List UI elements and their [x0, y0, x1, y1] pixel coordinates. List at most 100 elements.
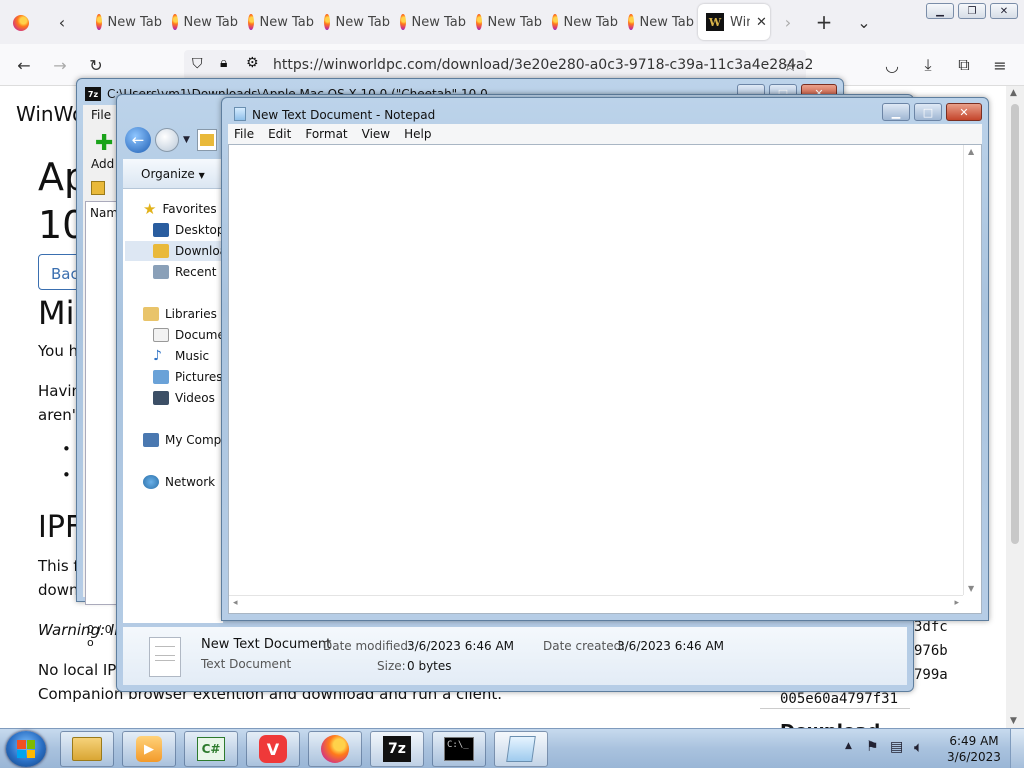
browser-tab[interactable]: New Tab: [240, 4, 314, 40]
text-document-icon: [149, 637, 181, 677]
page-text: You h: [38, 342, 79, 360]
permissions-icon[interactable]: ⚙︎: [246, 55, 259, 71]
clock-date: 3/6/2023: [947, 750, 1001, 764]
scroll-left-icon[interactable]: ◂: [233, 598, 238, 608]
scroll-right-icon[interactable]: ▸: [954, 598, 959, 608]
url-bar[interactable]: ⛉ 🔒︎ ⚙︎ https://winworldpc.com/download/…: [184, 50, 813, 80]
media-player-icon: ▶: [136, 736, 162, 762]
notepad-text-area[interactable]: ▲ ▼ ◂ ▸: [228, 144, 982, 614]
browser-tab[interactable]: New Tab: [316, 4, 390, 40]
browser-tab[interactable]: New Tab: [88, 4, 162, 40]
arrow-right-icon: →: [53, 55, 67, 75]
chevron-right-icon: ›: [784, 12, 792, 32]
chevron-down-icon: ⌄: [857, 12, 871, 32]
tab-title: New Tab: [411, 14, 467, 30]
folder-up-icon[interactable]: [91, 181, 105, 195]
extensions-button[interactable]: ⧉: [952, 53, 976, 77]
menu-help[interactable]: Help: [404, 127, 431, 141]
taskbar-7zip-button[interactable]: 7z: [370, 731, 424, 767]
notepad-icon: [234, 107, 246, 121]
menu-format[interactable]: Format: [305, 127, 347, 141]
browser-tab[interactable]: New Tab: [620, 4, 694, 40]
taskbar-explorer-button[interactable]: [60, 731, 114, 767]
scroll-down-icon[interactable]: ▼: [1010, 716, 1017, 726]
system-clock[interactable]: 6:49 AM 3/6/2023: [944, 733, 1004, 765]
volume-icon[interactable]: 🔈︎: [914, 738, 923, 756]
show-hidden-icons-button[interactable]: ▲: [845, 741, 852, 751]
browser-tab[interactable]: New Tab: [164, 4, 238, 40]
page-scrollbar[interactable]: ▲ ▼: [1006, 86, 1024, 728]
taskbar-vivaldi-button[interactable]: V: [246, 731, 300, 767]
new-tab-button[interactable]: +: [812, 10, 836, 34]
navigation-pane: ★ Favorites Desktop Downloa Recent P Libr…: [123, 189, 230, 623]
notepad-maximize-button[interactable]: □: [914, 103, 942, 121]
site-name[interactable]: WinWo: [16, 102, 84, 126]
list-all-tabs-button[interactable]: ⌄: [852, 10, 876, 34]
sevenzip-file-list[interactable]: Nam: [85, 201, 119, 605]
back-button[interactable]: ←: [12, 53, 36, 77]
scroll-up-icon[interactable]: ▲: [968, 147, 974, 156]
menu-button[interactable]: ≡: [988, 53, 1012, 77]
notepad-window[interactable]: New Text Document - Notepad ▁ □ ✕ File E…: [221, 97, 989, 621]
start-button[interactable]: [6, 731, 46, 767]
details-created-label: Date created:: [543, 639, 626, 653]
tab-scroll-right-button[interactable]: ›: [776, 10, 800, 34]
network-tray-icon[interactable]: ▤: [890, 739, 903, 755]
taskbar-media-player-button[interactable]: ▶: [122, 731, 176, 767]
explorer-back-button[interactable]: ←: [125, 127, 151, 153]
hash-text: 3dfc: [914, 619, 948, 635]
page-scrollbar-thumb[interactable]: [1011, 104, 1019, 544]
recent-pages-chevron-icon[interactable]: ▼: [183, 135, 190, 145]
notepad-content[interactable]: [229, 145, 963, 595]
browser-tab[interactable]: New Tab: [392, 4, 466, 40]
notepad-vertical-scrollbar[interactable]: ▲ ▼: [963, 145, 981, 595]
browser-tab-active[interactable]: W WinWorld ✕: [698, 4, 770, 40]
sevenzip-menu-file[interactable]: File: [83, 105, 117, 125]
explorer-forward-button[interactable]: [155, 128, 179, 152]
show-desktop-button[interactable]: [1010, 729, 1024, 768]
bullet-dot: •: [62, 466, 71, 484]
taskbar-firefox-button[interactable]: [308, 731, 362, 767]
taskbar-cmd-button[interactable]: C:\_: [432, 731, 486, 767]
menu-view[interactable]: View: [362, 127, 390, 141]
firefox-view-button[interactable]: [6, 8, 36, 38]
url-text[interactable]: https://winworldpc.com/download/3e20e280…: [273, 57, 813, 73]
notepad-horizontal-scrollbar[interactable]: ◂ ▸: [229, 595, 963, 613]
browser-close-button[interactable]: ✕: [990, 3, 1018, 19]
taskbar-notepad-button[interactable]: [494, 731, 548, 767]
browser-tab[interactable]: New Tab: [544, 4, 618, 40]
notepad-minimize-button[interactable]: ▁: [882, 103, 910, 121]
scroll-down-icon[interactable]: ▼: [968, 584, 974, 593]
bullet-dot: •: [62, 440, 71, 458]
add-plus-icon[interactable]: ✚: [95, 131, 113, 156]
reload-button[interactable]: ↻: [84, 53, 108, 77]
close-tab-icon[interactable]: ✕: [756, 15, 767, 30]
pocket-button[interactable]: ◡: [880, 53, 904, 77]
address-bar[interactable]: [197, 129, 217, 151]
bookmark-star-button[interactable]: ☆: [778, 53, 802, 77]
add-button-label[interactable]: Add: [91, 157, 114, 171]
notepad-close-button[interactable]: ✕: [946, 103, 982, 121]
tab-title: New Tab: [183, 14, 239, 30]
tree-downloads[interactable]: Downloa: [125, 241, 223, 261]
menu-edit[interactable]: Edit: [268, 127, 291, 141]
column-header-name[interactable]: Nam: [90, 206, 118, 220]
scroll-up-icon[interactable]: ▲: [1010, 88, 1017, 98]
organize-button[interactable]: Organize ▼: [141, 167, 205, 181]
mirror-heading: Mi: [38, 294, 75, 332]
shield-icon[interactable]: ⛉: [192, 56, 203, 72]
taskbar-csharp-button[interactable]: C#: [184, 731, 238, 767]
browser-minimize-button[interactable]: ▁: [926, 3, 954, 19]
pictures-icon: [153, 370, 169, 384]
explorer-folder-icon: [72, 737, 102, 761]
lock-icon[interactable]: 🔒︎: [220, 55, 227, 71]
downloads-button[interactable]: ⤓: [916, 53, 940, 77]
tree-label: Libraries: [165, 307, 217, 321]
browser-restore-button[interactable]: ❐: [958, 3, 986, 19]
forward-button[interactable]: →: [48, 53, 72, 77]
menu-file[interactable]: File: [234, 127, 254, 141]
action-center-flag-icon[interactable]: ⚑: [866, 739, 879, 755]
details-file-type: Text Document: [201, 657, 292, 671]
browser-tab[interactable]: New Tab: [468, 4, 542, 40]
tab-scroll-left-button[interactable]: ‹: [50, 10, 74, 34]
